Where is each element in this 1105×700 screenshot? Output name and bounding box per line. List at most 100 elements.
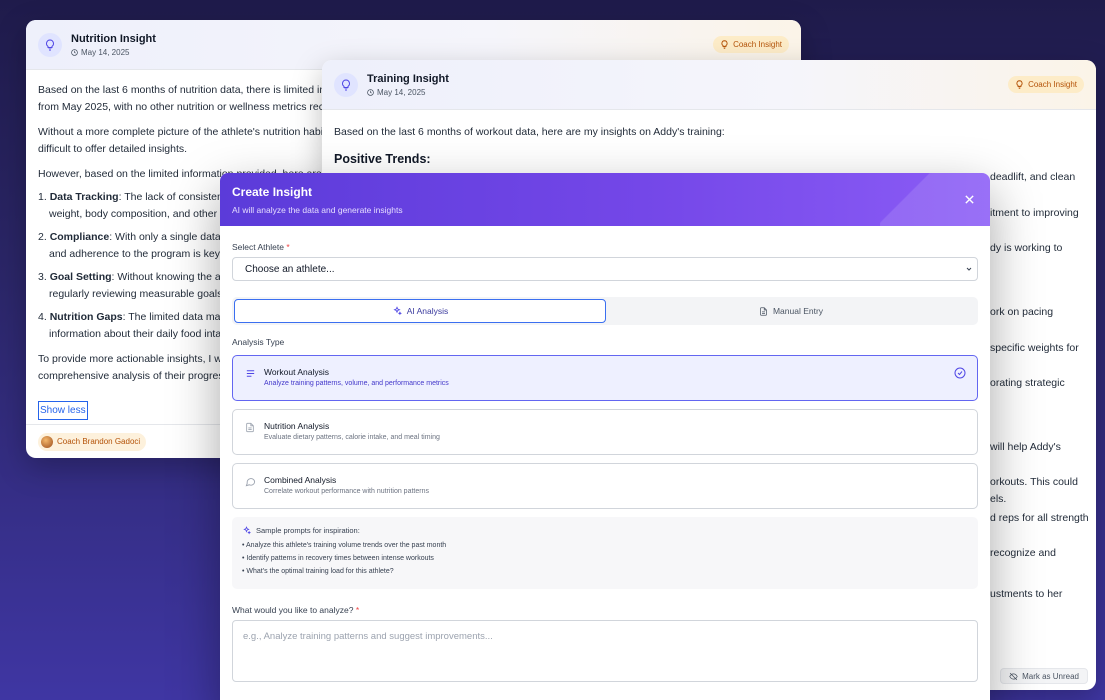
coach-insight-badge: Coach Insight bbox=[1008, 76, 1084, 93]
document-icon bbox=[246, 422, 254, 433]
required-mark: * bbox=[355, 605, 360, 615]
mark-as-unread-label: Mark as Unread bbox=[1022, 671, 1079, 681]
list-number: 1. bbox=[38, 191, 47, 203]
lightbulb-icon bbox=[38, 32, 62, 57]
tab-ai-analysis[interactable]: AI Analysis bbox=[234, 299, 606, 323]
lightbulb-icon bbox=[334, 72, 358, 97]
close-button[interactable] bbox=[962, 192, 976, 206]
text-fragment: will help Addy's bbox=[990, 441, 1061, 453]
list-text: regularly reviewing measurable goals bbox=[49, 288, 223, 300]
tab-manual-entry-label: Manual Entry bbox=[772, 306, 824, 316]
text-fragment: ustments to her bbox=[990, 588, 1063, 600]
list-text: : The limited data make bbox=[122, 311, 232, 323]
clock-icon bbox=[71, 48, 78, 56]
training-intro: Based on the last 6 months of workout da… bbox=[334, 126, 725, 138]
select-athlete-label: Select Athlete * bbox=[232, 242, 978, 252]
sample-prompts-title: Sample prompts for inspiration: bbox=[242, 526, 968, 535]
training-card-date-text: May 14, 2025 bbox=[377, 87, 426, 97]
select-athlete-label-text: Select Athlete bbox=[232, 242, 284, 252]
text-fragment: specific weights for bbox=[990, 342, 1079, 354]
text-fragment: orkouts. This could bbox=[990, 476, 1078, 488]
coach-insight-badge-label: Coach Insight bbox=[1028, 80, 1077, 89]
text-fragment: deadlift, and clean bbox=[990, 171, 1076, 183]
training-card-header: Training Insight May 14, 2025 Coach Insi… bbox=[322, 60, 1096, 110]
option-title: Combined Analysis bbox=[264, 475, 337, 485]
text-fragment: d reps for all strength bbox=[990, 512, 1089, 524]
option-description: Evaluate dietary patterns, calorie intak… bbox=[264, 434, 440, 441]
close-icon bbox=[964, 194, 974, 204]
option-description: Correlate workout performance with nutri… bbox=[264, 488, 429, 495]
text-line: To provide more actionable insights, I w… bbox=[38, 353, 228, 365]
mark-as-unread-button[interactable]: Mark as Unread bbox=[1000, 668, 1088, 684]
list-heading: Data Tracking bbox=[49, 191, 119, 203]
text-line: from May 2025, with no other nutrition o… bbox=[38, 101, 330, 113]
check-circle-icon bbox=[954, 367, 966, 379]
list-text: : With only a single data p bbox=[109, 231, 230, 243]
list-heading: Nutrition Gaps bbox=[49, 311, 123, 323]
coach-insight-badge: Coach Insight bbox=[713, 36, 789, 53]
modal-subtitle: AI will analyze the data and generate in… bbox=[232, 205, 403, 215]
chevron-down-icon bbox=[966, 267, 972, 271]
training-card-title: Training Insight bbox=[367, 72, 449, 85]
avatar bbox=[41, 435, 53, 448]
modal-title: Create Insight bbox=[232, 185, 313, 199]
athlete-select-value: Choose an athlete... bbox=[245, 263, 335, 275]
text-fragment: orating strategic bbox=[990, 377, 1065, 389]
option-title: Nutrition Analysis bbox=[264, 421, 330, 431]
coach-insight-badge-label: Coach Insight bbox=[733, 40, 782, 49]
list-lines-icon bbox=[246, 370, 255, 377]
sample-prompt[interactable]: • Analyze this athlete's training volume… bbox=[242, 539, 968, 552]
list-number: 4. bbox=[38, 311, 47, 323]
list-heading: Goal Setting bbox=[49, 271, 112, 283]
text-fragment: ork on pacing bbox=[990, 306, 1054, 318]
text-fragment: recognize and bbox=[990, 547, 1056, 559]
text-fragment: dy is working to bbox=[990, 242, 1063, 254]
clock-icon bbox=[367, 88, 374, 96]
chat-bubble-icon bbox=[245, 478, 256, 487]
sample-prompts-box: Sample prompts for inspiration: • Analyz… bbox=[232, 517, 978, 589]
coach-chip[interactable]: Coach Brandon Gadoci bbox=[38, 432, 147, 451]
list-text: : Without knowing the ath bbox=[111, 271, 230, 283]
text-line: Without a more complete picture of the a… bbox=[38, 126, 332, 138]
coach-name: Coach Brandon Gadoci bbox=[57, 437, 141, 446]
analysis-prompt-textarea[interactable]: e.g., Analyze training patterns and sugg… bbox=[232, 620, 978, 682]
list-heading: Compliance bbox=[49, 231, 110, 243]
nutrition-card-title: Nutrition Insight bbox=[71, 32, 156, 45]
sample-prompt[interactable]: • Identify patterns in recovery times be… bbox=[242, 552, 968, 565]
analysis-question-label: What would you like to analyze? * bbox=[232, 605, 978, 615]
option-title: Workout Analysis bbox=[264, 367, 330, 377]
sample-prompts-title-text: Sample prompts for inspiration: bbox=[256, 526, 360, 535]
tab-ai-analysis-label: AI Analysis bbox=[406, 306, 449, 316]
tab-manual-entry[interactable]: Manual Entry bbox=[606, 299, 976, 323]
text-fragment: els. bbox=[990, 493, 1007, 505]
text-line: difficult to offer detailed insights. bbox=[38, 143, 188, 155]
modal-body: Select Athlete * Choose an athlete... AI… bbox=[220, 242, 990, 682]
option-workout-analysis[interactable]: Workout Analysis Analyze training patter… bbox=[232, 355, 978, 401]
modal-header: Create Insight AI will analyze the data … bbox=[220, 173, 990, 226]
option-combined-analysis[interactable]: Combined Analysis Correlate workout perf… bbox=[232, 463, 978, 509]
eye-off-icon bbox=[1009, 672, 1018, 680]
text-line: comprehensive analysis of their progress bbox=[38, 370, 229, 382]
nutrition-card-date: May 14, 2025 bbox=[71, 48, 156, 57]
sparkles-icon bbox=[243, 526, 251, 535]
training-card-date: May 14, 2025 bbox=[367, 88, 449, 97]
list-number: 3. bbox=[38, 271, 47, 283]
list-text: and adherence to the program is key f bbox=[49, 248, 226, 260]
create-insight-modal: Create Insight AI will analyze the data … bbox=[220, 173, 990, 700]
analysis-question-label-text: What would you like to analyze? bbox=[232, 605, 354, 615]
show-less-link[interactable]: Show less bbox=[38, 401, 88, 420]
list-text: information about their daily food intak bbox=[49, 328, 227, 340]
list-text: : The lack of consistent bbox=[118, 191, 226, 203]
list-number: 2. bbox=[38, 231, 47, 243]
positive-trends-heading: Positive Trends: bbox=[334, 152, 431, 166]
analysis-type-label: Analysis Type bbox=[232, 337, 285, 347]
lightbulb-icon bbox=[721, 40, 728, 49]
list-text: weight, body composition, and other re bbox=[49, 208, 230, 220]
athlete-select[interactable]: Choose an athlete... bbox=[232, 257, 978, 281]
required-mark: * bbox=[286, 242, 290, 252]
analysis-mode-tabs: AI Analysis Manual Entry bbox=[232, 297, 978, 325]
option-nutrition-analysis[interactable]: Nutrition Analysis Evaluate dietary patt… bbox=[232, 409, 978, 455]
sample-prompt[interactable]: • What's the optimal training load for t… bbox=[242, 565, 968, 578]
text-fragment: itment to improving bbox=[990, 207, 1079, 219]
option-description: Analyze training patterns, volume, and p… bbox=[264, 380, 449, 387]
